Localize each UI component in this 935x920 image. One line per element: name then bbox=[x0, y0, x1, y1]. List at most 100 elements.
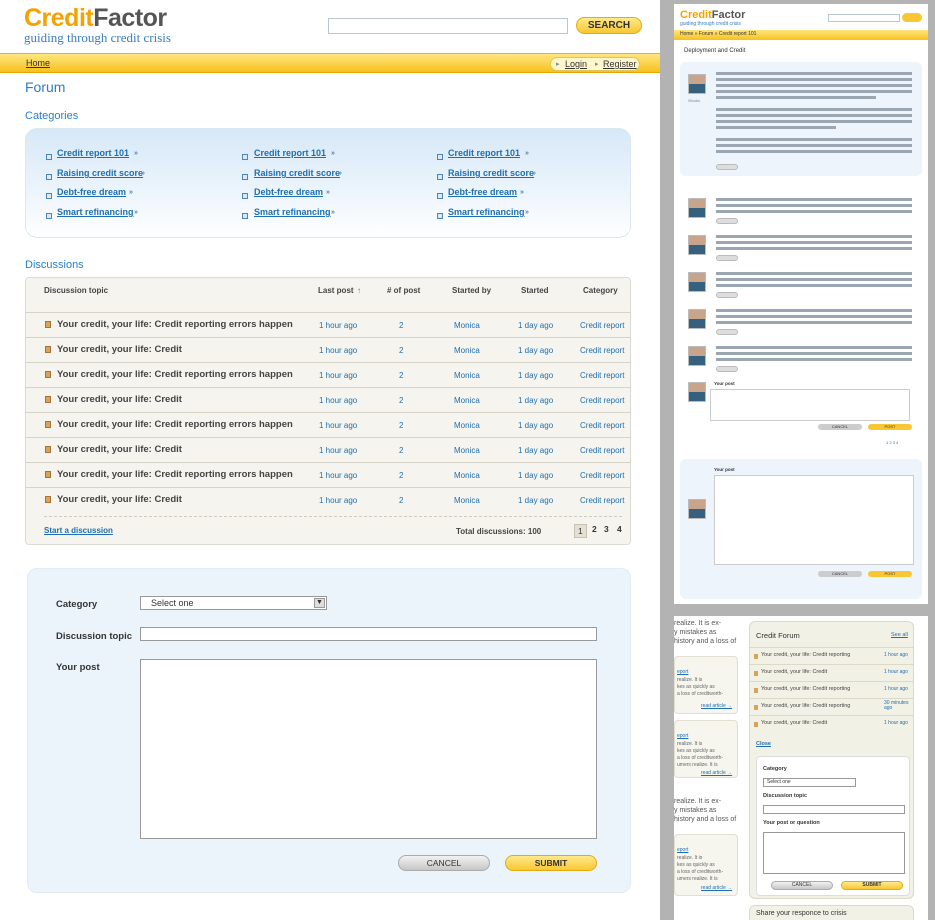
chevron-down-icon[interactable]: ▼ bbox=[314, 598, 325, 608]
list-item[interactable]: Your credit, your life: Credit 1 hour ag… bbox=[750, 715, 913, 732]
category-link[interactable]: Credit report bbox=[580, 446, 624, 455]
read-article-link[interactable]: read article → bbox=[701, 703, 732, 709]
login-link[interactable]: Login bbox=[565, 59, 587, 69]
table-row[interactable]: Your credit, your life: Credit reporting… bbox=[26, 462, 630, 486]
category-link[interactable]: Credit report 101 bbox=[254, 148, 326, 158]
topic-title[interactable]: Your credit, your life: Credit bbox=[57, 444, 182, 455]
last-post-time[interactable]: 1 hour ago bbox=[319, 471, 357, 480]
post-textarea[interactable] bbox=[140, 659, 597, 839]
card-title[interactable]: eport bbox=[677, 847, 688, 853]
table-row[interactable]: Your credit, your life: Credit reporting… bbox=[26, 312, 630, 336]
read-article-link[interactable]: read article → bbox=[701, 770, 732, 776]
table-row[interactable]: Your credit, your life: Credit 1 hour ag… bbox=[26, 337, 630, 361]
col-header-last-post[interactable]: Last post bbox=[318, 286, 354, 295]
topic-title[interactable]: Your credit, your life: Credit reporting… bbox=[57, 319, 293, 330]
category-link[interactable]: Credit report bbox=[580, 471, 624, 480]
list-item[interactable]: Your credit, your life: Credit 1 hour ag… bbox=[750, 664, 913, 681]
category-link[interactable]: Raising credit score bbox=[254, 168, 340, 178]
last-post-time[interactable]: 1 hour ago bbox=[319, 496, 357, 505]
cancel-button[interactable]: CANCEL bbox=[771, 881, 833, 890]
category-link[interactable]: Raising credit score bbox=[57, 168, 143, 178]
table-row[interactable]: Your credit, your life: Credit reporting… bbox=[26, 412, 630, 436]
category-link[interactable]: Credit report bbox=[580, 346, 624, 355]
category-link[interactable]: Credit report 101 bbox=[57, 148, 129, 158]
mini-logo[interactable]: CreditFactor guiding through credit cris… bbox=[680, 10, 745, 28]
author-link[interactable]: Monica bbox=[454, 321, 480, 330]
topic-title[interactable]: Your credit, your life: Credit reporting… bbox=[57, 419, 293, 430]
post-textarea[interactable] bbox=[763, 832, 905, 874]
card-title[interactable]: eport bbox=[677, 733, 688, 739]
table-row[interactable]: Your credit, your life: Credit 1 hour ag… bbox=[26, 487, 630, 511]
table-row[interactable]: Your credit, your life: Credit 1 hour ag… bbox=[26, 437, 630, 461]
last-post-time[interactable]: 1 hour ago bbox=[319, 321, 357, 330]
last-post-time[interactable]: 1 hour ago bbox=[319, 346, 357, 355]
reply-textarea[interactable] bbox=[710, 389, 910, 421]
discussion-topic-input[interactable] bbox=[140, 627, 597, 641]
mini-cancel-button[interactable]: CANCEL bbox=[818, 424, 862, 430]
last-post-time[interactable]: 1 hour ago bbox=[319, 396, 357, 405]
author-link[interactable]: Monica bbox=[454, 421, 480, 430]
list-item-title[interactable]: Your credit, your life: Credit bbox=[761, 669, 827, 675]
mini-post-button[interactable]: POST bbox=[868, 571, 912, 577]
category-link[interactable]: Smart refinancing bbox=[448, 207, 525, 217]
last-post-time[interactable]: 1 hour ago bbox=[319, 446, 357, 455]
submit-button[interactable]: SUBMIT bbox=[505, 855, 597, 871]
author-link[interactable]: Monica bbox=[454, 446, 480, 455]
author-link[interactable]: Monica bbox=[454, 396, 480, 405]
list-item-title[interactable]: Your credit, your life: Credit reporting bbox=[761, 703, 850, 709]
list-item[interactable]: Your credit, your life: Credit reporting… bbox=[750, 698, 913, 715]
breadcrumb[interactable]: Home » Forum » Credit report 101 bbox=[680, 31, 756, 37]
list-item-title[interactable]: Your credit, your life: Credit reporting bbox=[761, 652, 850, 658]
cancel-button[interactable]: CANCEL bbox=[398, 855, 490, 871]
card-title[interactable]: eport bbox=[677, 669, 688, 675]
category-select[interactable]: Select one ▼ bbox=[140, 596, 327, 610]
author-link[interactable]: Monica bbox=[454, 371, 480, 380]
col-header-started[interactable]: Started bbox=[521, 286, 549, 295]
category-link[interactable]: Raising credit score bbox=[448, 168, 534, 178]
table-row[interactable]: Your credit, your life: Credit 1 hour ag… bbox=[26, 387, 630, 411]
topic-title[interactable]: Your credit, your life: Credit bbox=[57, 494, 182, 505]
col-header-topic[interactable]: Discussion topic bbox=[44, 286, 108, 295]
category-link[interactable]: Debt-free dream bbox=[448, 187, 517, 197]
page-link[interactable]: 3 bbox=[604, 524, 609, 534]
col-header-posts[interactable]: # of post bbox=[387, 286, 420, 295]
category-link[interactable]: Debt-free dream bbox=[254, 187, 323, 197]
category-link[interactable]: Credit report bbox=[580, 321, 624, 330]
topic-title[interactable]: Your credit, your life: Credit reporting… bbox=[57, 369, 293, 380]
category-select[interactable]: Select one bbox=[763, 778, 856, 787]
sort-arrow-icon[interactable]: ↑ bbox=[357, 286, 361, 295]
category-link[interactable]: Credit report bbox=[580, 396, 624, 405]
list-item-title[interactable]: Your credit, your life: Credit bbox=[761, 720, 827, 726]
list-item[interactable]: Your credit, your life: Credit reporting… bbox=[750, 647, 913, 664]
topic-title[interactable]: Your credit, your life: Credit bbox=[57, 344, 182, 355]
search-input[interactable] bbox=[328, 18, 568, 34]
table-row[interactable]: Your credit, your life: Credit reporting… bbox=[26, 362, 630, 386]
category-link[interactable]: Smart refinancing bbox=[254, 207, 331, 217]
search-button[interactable]: SEARCH bbox=[576, 17, 642, 34]
category-link[interactable]: Credit report bbox=[580, 421, 624, 430]
category-link[interactable]: Smart refinancing bbox=[57, 207, 134, 217]
mini-cancel-button[interactable]: CANCEL bbox=[818, 571, 862, 577]
page-link[interactable]: 4 bbox=[617, 524, 622, 534]
logo[interactable]: CreditFactor guiding through credit cris… bbox=[24, 6, 171, 45]
topic-title[interactable]: Your credit, your life: Credit bbox=[57, 394, 182, 405]
read-article-link[interactable]: read article → bbox=[701, 885, 732, 891]
mini-search-input[interactable] bbox=[828, 14, 900, 22]
topic-title[interactable]: Your credit, your life: Credit reporting… bbox=[57, 469, 293, 480]
col-header-started-by[interactable]: Started by bbox=[452, 286, 491, 295]
list-item[interactable]: Your credit, your life: Credit reporting… bbox=[750, 681, 913, 698]
category-link[interactable]: Credit report bbox=[580, 371, 624, 380]
start-discussion-link[interactable]: Start a discussion bbox=[44, 526, 113, 535]
nav-home-link[interactable]: Home bbox=[26, 58, 50, 68]
last-post-time[interactable]: 1 hour ago bbox=[319, 421, 357, 430]
category-link[interactable]: Credit report 101 bbox=[448, 148, 520, 158]
submit-button[interactable]: SUBMIT bbox=[841, 881, 903, 890]
list-item-title[interactable]: Your credit, your life: Credit reporting bbox=[761, 686, 850, 692]
page-link-current[interactable]: 1 bbox=[574, 524, 587, 538]
mini-search-button[interactable] bbox=[902, 13, 922, 22]
close-link[interactable]: Close bbox=[756, 741, 771, 747]
category-link[interactable]: Credit report bbox=[580, 496, 624, 505]
register-link[interactable]: Register bbox=[603, 59, 637, 69]
see-all-link[interactable]: See all bbox=[891, 632, 908, 638]
discussion-topic-input[interactable] bbox=[763, 805, 905, 814]
